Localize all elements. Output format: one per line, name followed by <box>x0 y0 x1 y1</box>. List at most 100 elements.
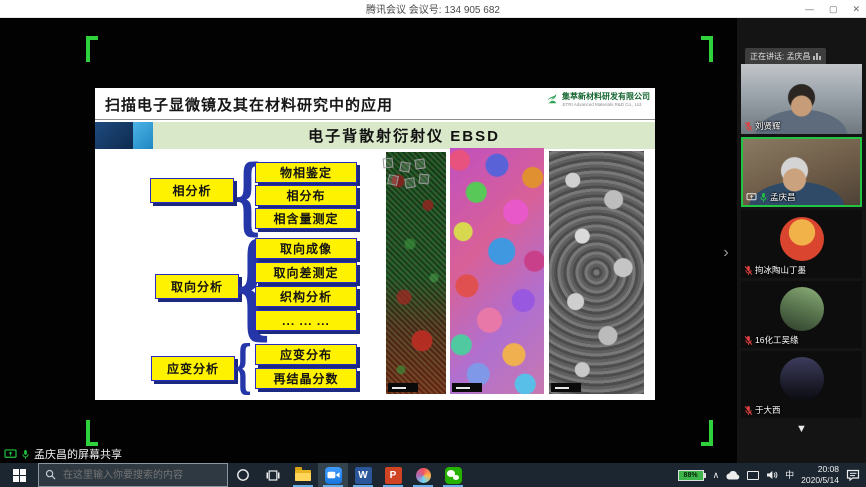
flow-item: 取向差测定 <box>255 262 357 283</box>
flow-item: 相分布 <box>255 185 357 206</box>
flow-group-label: 应变分析 <box>151 356 235 381</box>
banner-navy-block <box>95 122 133 149</box>
battery-percent: 88% <box>678 470 704 481</box>
mic-on-icon <box>759 192 768 203</box>
word-icon: W <box>355 467 372 484</box>
screen-share-icon <box>746 193 757 202</box>
brace-icon: { <box>233 236 253 334</box>
avatar <box>780 217 824 261</box>
cloud-icon[interactable] <box>726 470 740 480</box>
close-button[interactable]: ✕ <box>852 0 860 18</box>
participant-tile-speaking[interactable]: 孟庆昌 <box>741 137 862 207</box>
avatar <box>780 287 824 331</box>
ime-indicator[interactable]: 中 <box>785 471 794 480</box>
wechat-icon <box>445 467 462 484</box>
banner-teal-block <box>133 122 153 149</box>
share-border-corner <box>86 420 98 446</box>
share-status-text: 孟庆昌的屏幕共享 <box>34 446 122 462</box>
search-icon <box>45 469 56 480</box>
participant-tile[interactable]: 刘贤辉 <box>741 64 862 134</box>
slide-banner: 电子背散射衍射仪 EBSD <box>95 122 655 149</box>
cortana-icon <box>236 468 250 482</box>
speaking-label: 正在讲话: 孟庆昌 <box>750 51 810 62</box>
slide-title: 扫描电子显微镜及其在材料研究中的应用 <box>105 94 393 115</box>
volume-icon[interactable] <box>766 470 778 480</box>
participant-tile[interactable]: 于大西 <box>741 351 862 418</box>
participants-sidebar: 正在讲话: 孟庆昌 刘贤辉 孟庆昌 <box>737 18 866 463</box>
flow-item: 应变分布 <box>255 344 357 365</box>
phase-map-image <box>386 152 446 394</box>
tencent-meeting-icon <box>325 467 342 484</box>
word-button[interactable]: W <box>348 463 378 487</box>
orientation-cube-icon <box>419 174 430 185</box>
tencent-meeting-button[interactable] <box>318 463 348 487</box>
windows-logo-icon <box>13 469 26 482</box>
flow-item: ... ... ... <box>255 310 357 331</box>
mic-muted-icon <box>744 405 753 416</box>
task-view-icon <box>266 469 280 482</box>
tray-date: 2020/5/14 <box>801 475 839 486</box>
share-border-corner <box>701 36 713 62</box>
share-status: 孟庆昌的屏幕共享 <box>4 446 122 462</box>
company-logo: 集萃新材料研发有限公司 JITRI Advanced Materials R&D… <box>544 92 650 108</box>
banner-title: 电子背散射衍射仪 EBSD <box>308 125 500 146</box>
battery-nub <box>704 473 706 478</box>
system-tray: 88% ∧ 中 20:08 2020/5/14 <box>678 464 866 485</box>
window-title: 腾讯会议 会议号: 134 905 682 <box>366 1 500 16</box>
more-participants-arrow[interactable]: ▼ <box>737 423 866 435</box>
ebsd-orientation-map-image <box>450 148 544 394</box>
flow-item: 取向成像 <box>255 238 357 259</box>
sidebar-collapse-handle[interactable]: › <box>718 240 734 266</box>
wechat-button[interactable] <box>438 463 468 487</box>
participant-name: 刘贤辉 <box>755 120 781 132</box>
orientation-cube-icon <box>414 158 425 169</box>
file-explorer-icon <box>295 470 311 481</box>
maximize-button[interactable]: ▢ <box>829 0 838 18</box>
participant-name: 孟庆昌 <box>770 191 796 203</box>
tray-clock[interactable]: 20:08 2020/5/14 <box>801 464 839 485</box>
window-controls: — ▢ ✕ <box>805 0 860 18</box>
flow-group-label: 相分析 <box>150 178 234 203</box>
start-button[interactable] <box>0 463 38 487</box>
flow-item: 织构分析 <box>255 286 357 307</box>
window-titlebar: 腾讯会议 会议号: 134 905 682 — ▢ ✕ <box>0 0 866 18</box>
share-border-corner <box>86 36 98 62</box>
flow-group-label: 取向分析 <box>155 274 239 299</box>
file-explorer-button[interactable] <box>288 463 318 487</box>
action-center-icon[interactable] <box>846 469 860 481</box>
cortana-button[interactable] <box>228 463 258 487</box>
scale-bar <box>452 383 482 392</box>
orientation-cube-icon <box>404 177 416 189</box>
sem-micrograph-image <box>549 151 644 394</box>
mic-muted-icon <box>744 121 753 132</box>
tray-app-icon[interactable] <box>747 471 759 480</box>
search-input[interactable] <box>38 463 228 487</box>
orientation-cube-icon <box>383 158 394 169</box>
avatar <box>780 357 824 401</box>
scale-bar <box>388 383 418 392</box>
logo-company-subtext: JITRI Advanced Materials R&D Co., Ltd. <box>562 102 650 108</box>
battery-indicator[interactable]: 88% <box>678 470 706 481</box>
participant-name: 16化工吴缘 <box>755 334 798 346</box>
color-drop-icon <box>416 468 431 483</box>
mic-muted-icon <box>744 335 753 346</box>
participant-name: 于大西 <box>755 404 781 416</box>
logo-company-name: 集萃新材料研发有限公司 <box>562 92 650 102</box>
logo-swoosh-icon <box>544 92 559 107</box>
mic-muted-icon <box>744 265 753 276</box>
tray-time: 20:08 <box>818 464 839 475</box>
taskbar: W P 88% ∧ 中 20:08 2020/5/14 <box>0 463 866 487</box>
flow-item: 物相鉴定 <box>255 162 357 183</box>
participant-tile[interactable]: 拘冰陶山丁墨 <box>741 210 862 278</box>
minimize-button[interactable]: — <box>805 0 814 18</box>
voice-wave-icon <box>813 53 821 60</box>
participant-name: 拘冰陶山丁墨 <box>755 264 806 276</box>
task-view-button[interactable] <box>258 463 288 487</box>
orientation-cube-icon <box>399 161 411 173</box>
color-app-button[interactable] <box>408 463 438 487</box>
powerpoint-button[interactable]: P <box>378 463 408 487</box>
participant-tile[interactable]: 16化工吴缘 <box>741 281 862 348</box>
title-divider <box>95 119 655 120</box>
flow-item: 再结晶分数 <box>255 368 357 389</box>
tray-expand-chevron[interactable]: ∧ <box>713 471 720 480</box>
